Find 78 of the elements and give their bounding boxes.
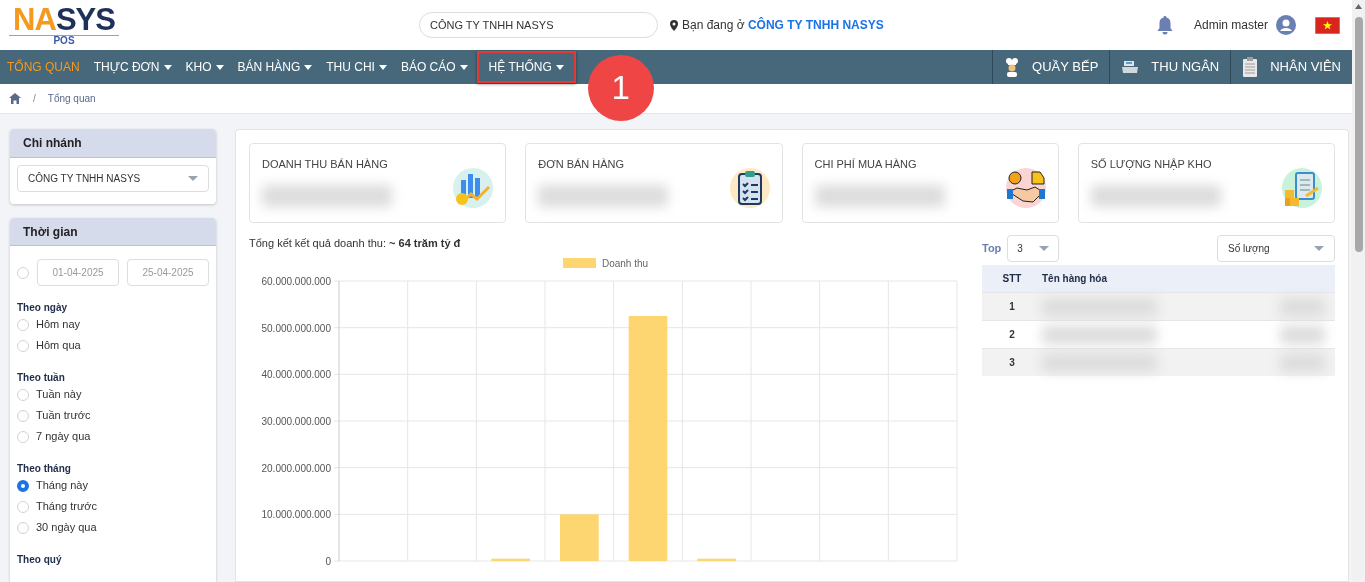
caret-icon: [215, 64, 224, 70]
y-tick-label: 10.000.000.000: [261, 508, 332, 520]
home-icon[interactable]: [9, 93, 21, 104]
legend-label: Doanh thu: [601, 256, 649, 271]
y-tick-label: 60.000.000.000: [261, 275, 332, 287]
user-name[interactable]: Admin master: [1193, 16, 1268, 34]
notification-bell-icon[interactable]: [1156, 15, 1173, 35]
y-tick-label: 40.000.000.000: [261, 368, 332, 380]
panel-header: Thời gian: [10, 218, 216, 246]
radio-label[interactable]: 7 ngày qua: [36, 428, 91, 445]
radio-label[interactable]: Tuần này: [36, 386, 82, 403]
radio-label[interactable]: Tháng này: [36, 477, 88, 494]
top-label: Top: [982, 241, 1002, 257]
column-header: STT: [1001, 272, 1023, 286]
y-tick-label: 50.000.000.000: [261, 322, 332, 334]
caret-icon: [1039, 246, 1050, 251]
group-label: Theo tuần: [17, 372, 66, 384]
panel-header: Chi nhánh: [10, 129, 216, 158]
y-tick-label: 30.000.000.000: [261, 415, 332, 427]
inventory-icon: [1282, 168, 1322, 208]
radio-label[interactable]: Hôm nay: [36, 316, 81, 333]
stat-title: DOANH THU BÁN HÀNG: [262, 157, 389, 172]
column-header: Tên hàng hóa: [1042, 272, 1107, 286]
radio-button[interactable]: [17, 479, 29, 492]
caret-icon: [378, 64, 387, 70]
nav-menu-item[interactable]: KHO: [178, 51, 231, 83]
nav-menu-item[interactable]: HỆ THỐNG: [476, 51, 576, 83]
scroll-up-icon[interactable]: [1355, 4, 1362, 9]
legend-swatch: [562, 258, 596, 268]
metric-select[interactable]: Số lượng: [1217, 235, 1335, 262]
bar: [491, 558, 530, 561]
clipboard-icon: [1242, 57, 1259, 77]
caret-icon: [459, 64, 468, 70]
handshake-icon: [1005, 168, 1046, 208]
caret-icon: [188, 176, 198, 181]
breadcrumb-separator: /: [33, 92, 36, 106]
location-text: Bạn đang ở CÔNG TY TNHH NASYS: [682, 16, 884, 34]
nav-menu-item[interactable]: BÁN HÀNG: [230, 51, 320, 83]
checklist-icon: [729, 168, 770, 208]
y-tick-label: 0: [325, 555, 332, 567]
scroll-thumb[interactable]: [1354, 17, 1363, 252]
bar: [560, 513, 599, 561]
avatar-icon[interactable]: [1276, 15, 1296, 35]
scrollbar[interactable]: [1352, 0, 1365, 582]
table-cell-text: 2: [1008, 328, 1016, 342]
radio-label[interactable]: Hôm qua: [36, 337, 81, 354]
stat-title: CHI PHÍ MUA HÀNG: [814, 157, 918, 172]
radio-label[interactable]: Tháng trước: [36, 498, 98, 515]
nav-menu-item[interactable]: THU CHI: [319, 51, 394, 83]
nav-menu-item[interactable]: BÁO CÁO: [393, 51, 475, 83]
step-marker: 1: [587, 55, 654, 121]
redacted-quantity: [1280, 325, 1325, 344]
stat-title: ĐƠN BÁN HÀNG: [538, 157, 626, 172]
table-cell-text: 1: [1008, 300, 1016, 314]
bar-chart-icon: [453, 168, 494, 208]
radio-label[interactable]: 30 ngày qua: [36, 519, 97, 536]
top-count-select[interactable]: 3: [1007, 235, 1060, 262]
revenue-summary: Tổng kết kết quả doanh thu: ~ 64 trăm tỷ đ: [249, 236, 462, 251]
nav-menu-item[interactable]: THỰC ĐƠN: [86, 51, 179, 83]
table-cell-text: 3: [1008, 356, 1016, 370]
group-label: Theo tháng: [17, 463, 72, 475]
flag-icon[interactable]: [1315, 16, 1340, 34]
radio-label[interactable]: Tuần trước: [36, 407, 91, 424]
caret-icon: [555, 64, 564, 70]
bar: [697, 558, 736, 561]
group-label: Theo quý: [17, 554, 63, 566]
caret-icon: [1314, 246, 1324, 251]
caret-icon: [163, 64, 172, 70]
chef-icon: [1004, 57, 1021, 77]
logo[interactable]: NASYS POS: [9, 4, 119, 46]
caret-icon: [304, 64, 313, 70]
breadcrumb-item[interactable]: Tổng quan: [47, 91, 96, 106]
branch-select[interactable]: CÔNG TY TNHH NASYS: [17, 165, 209, 192]
group-label: Theo ngày: [17, 302, 68, 314]
stat-title: SỐ LƯỢNG NHẬP KHO: [1090, 157, 1213, 172]
y-tick-label: 20.000.000.000: [261, 462, 332, 474]
cash-register-icon: [1121, 60, 1140, 74]
location-pin-icon: [670, 19, 678, 31]
